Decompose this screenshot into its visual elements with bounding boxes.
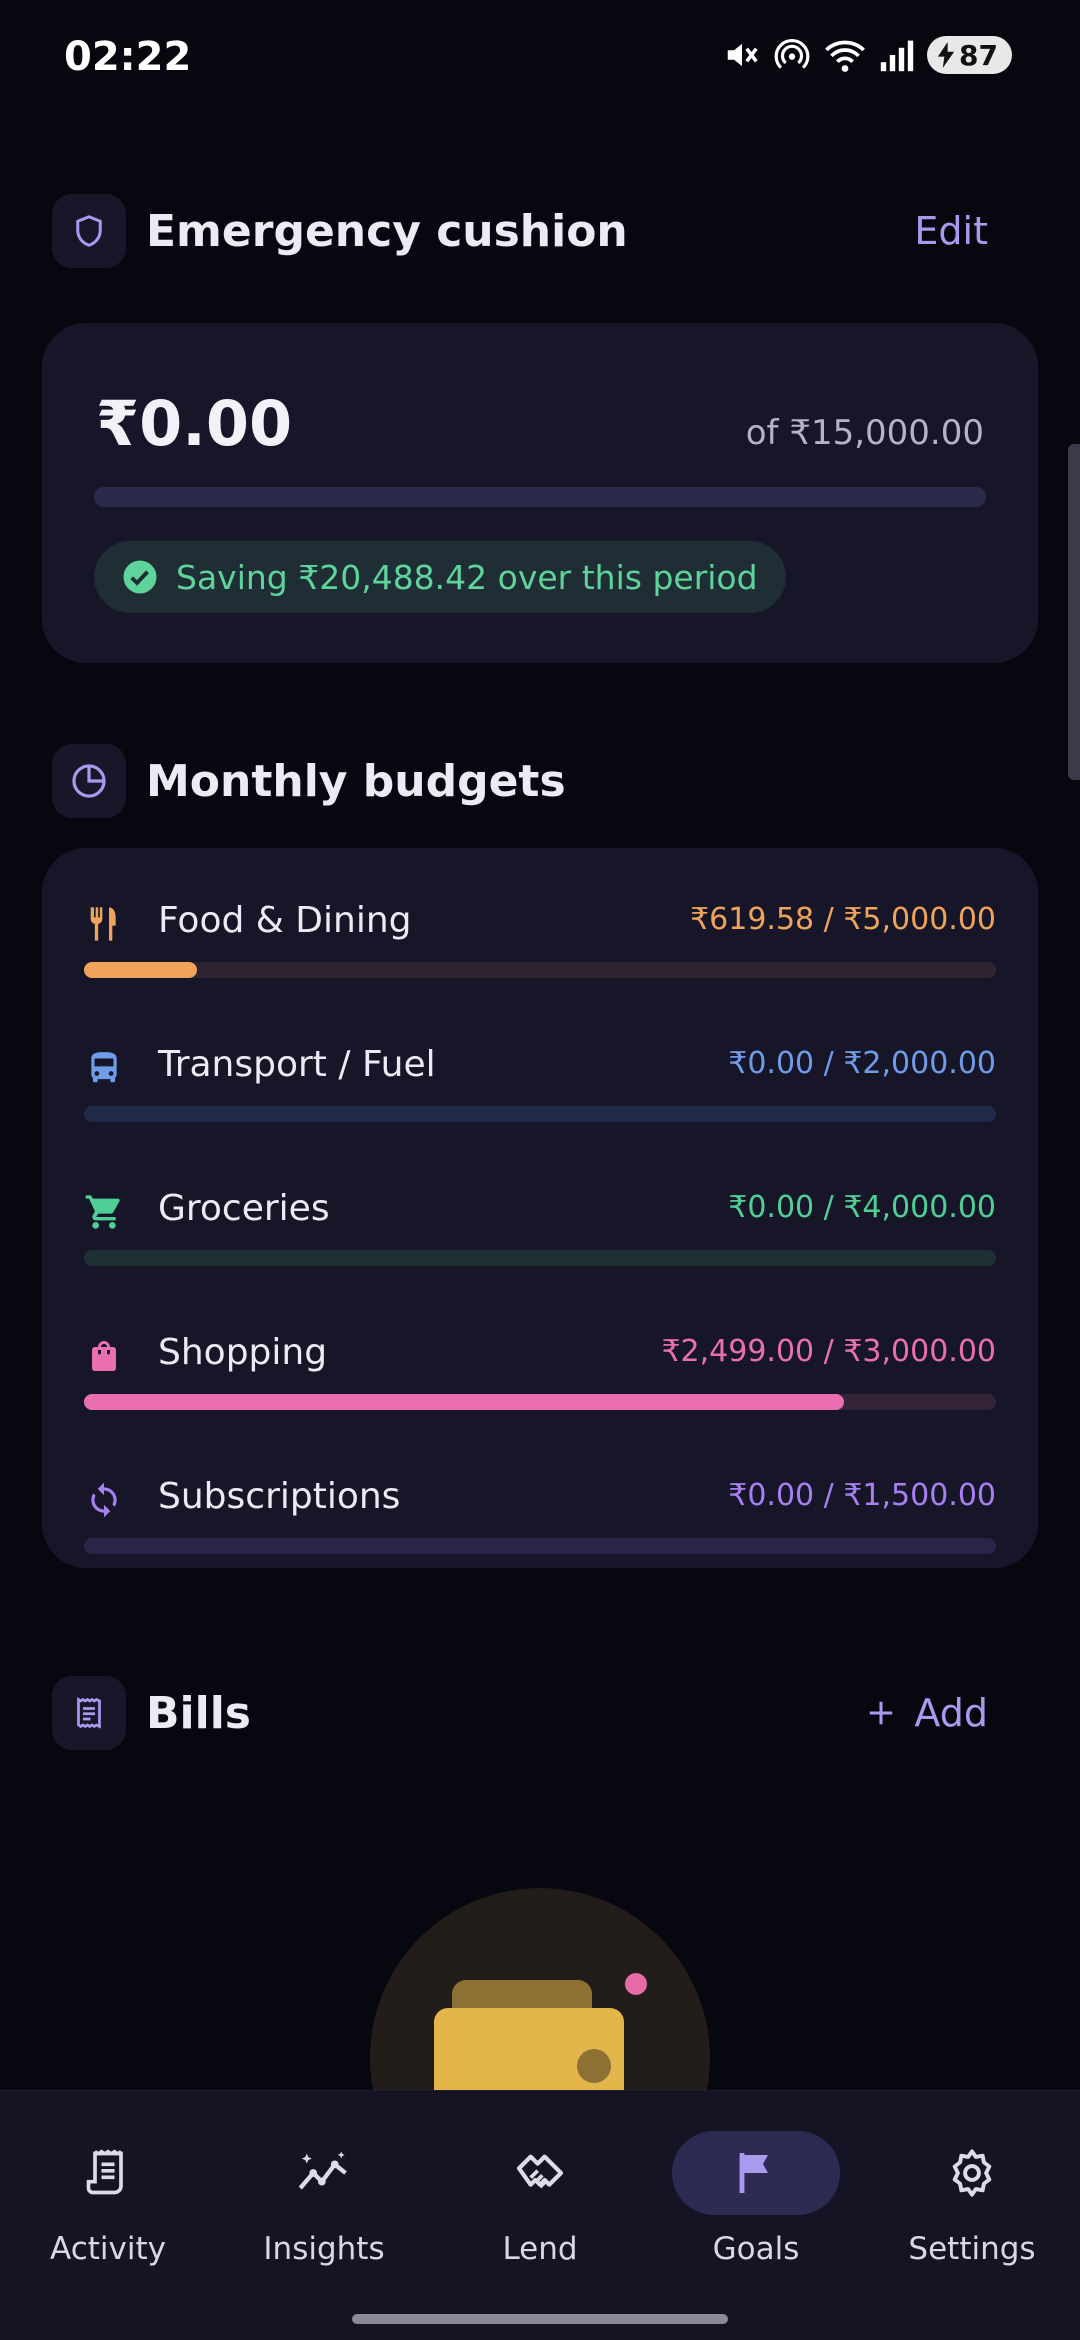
- gear-icon: [888, 2131, 1056, 2215]
- budget-row-food[interactable]: Food & Dining ₹619.58 / ₹5,000.00: [84, 882, 996, 982]
- nav-label: Activity: [50, 2231, 166, 2267]
- battery-level: 87: [959, 38, 998, 72]
- budget-row-subscriptions[interactable]: Subscriptions ₹0.00 / ₹1,500.00: [84, 1458, 996, 1558]
- cushion-target: of ₹15,000.00: [745, 413, 984, 453]
- mute-icon: [727, 43, 758, 67]
- budget-amount: ₹0.00 / ₹2,000.00: [728, 1046, 996, 1081]
- bills-header: Bills Add: [52, 1676, 1028, 1750]
- fork-knife-icon: [84, 904, 124, 944]
- nav-lend[interactable]: Lend: [440, 2131, 640, 2281]
- cushion-amount: ₹0.00: [96, 387, 293, 460]
- refresh-icon: [84, 1480, 124, 1520]
- shopping-bag-icon: [84, 1336, 124, 1376]
- nav-activity[interactable]: Activity: [8, 2131, 208, 2281]
- handshake-icon: [456, 2131, 624, 2215]
- wifi-icon: [825, 40, 865, 72]
- edit-button[interactable]: Edit: [914, 209, 988, 253]
- budget-progress-fill: [84, 1394, 844, 1410]
- budget-progress-bar: [84, 1538, 996, 1554]
- budget-name: Food & Dining: [158, 900, 412, 941]
- signal-icon: [880, 40, 914, 72]
- budget-progress-bar: [84, 1106, 996, 1122]
- add-bill-label: Add: [914, 1691, 988, 1735]
- status-bar: 02:22 87: [0, 0, 1080, 120]
- add-bill-button[interactable]: Add: [866, 1691, 988, 1735]
- budget-amount: ₹619.58 / ₹5,000.00: [690, 902, 996, 937]
- budgets-header: Monthly budgets: [52, 744, 1028, 818]
- budget-progress-bar: [84, 962, 996, 978]
- receipt-icon: [52, 1676, 126, 1750]
- saving-text: Saving ₹20,488.42 over this period: [176, 557, 758, 597]
- check-circle-icon: [123, 560, 157, 594]
- receipt-icon: [24, 2131, 192, 2215]
- budget-name: Subscriptions: [158, 1476, 401, 1517]
- battery-indicator: 87: [927, 36, 1012, 74]
- budget-name: Shopping: [158, 1332, 328, 1373]
- hotspot-icon: [774, 39, 810, 69]
- emergency-card: ₹0.00 of ₹15,000.00 Saving ₹20,488.42 ov…: [42, 323, 1038, 663]
- nav-goals[interactable]: Goals: [656, 2131, 856, 2281]
- saving-badge: Saving ₹20,488.42 over this period: [94, 541, 786, 613]
- cushion-progress-bar: [94, 487, 986, 507]
- budget-progress-fill: [84, 962, 198, 978]
- bottom-nav: Activity Insights Lend Goals Settings: [0, 2090, 1080, 2340]
- emergency-header: Emergency cushion Edit: [52, 194, 1028, 268]
- nav-label: Settings: [908, 2231, 1036, 2267]
- budget-name: Groceries: [158, 1188, 330, 1229]
- budget-amount: ₹0.00 / ₹4,000.00: [728, 1190, 996, 1225]
- status-icons: 87: [723, 36, 1012, 74]
- budget-amount: ₹0.00 / ₹1,500.00: [728, 1478, 996, 1513]
- scrollbar[interactable]: [1068, 444, 1080, 780]
- plus-icon: [870, 1701, 893, 1725]
- flag-icon: [672, 2131, 840, 2215]
- nav-insights[interactable]: Insights: [224, 2131, 424, 2281]
- cart-icon: [84, 1192, 124, 1232]
- nav-label: Goals: [712, 2231, 800, 2267]
- bus-icon: [84, 1048, 124, 1088]
- shield-icon: [52, 194, 126, 268]
- budget-row-shopping[interactable]: Shopping ₹2,499.00 / ₹3,000.00: [84, 1314, 996, 1414]
- budget-row-groceries[interactable]: Groceries ₹0.00 / ₹4,000.00: [84, 1170, 996, 1270]
- pie-chart-icon: [52, 744, 126, 818]
- budget-progress-bar: [84, 1250, 996, 1266]
- status-time: 02:22: [64, 34, 192, 80]
- nav-label: Insights: [263, 2231, 385, 2267]
- budgets-title: Monthly budgets: [146, 755, 566, 807]
- emergency-title: Emergency cushion: [146, 205, 628, 257]
- charging-icon: [937, 42, 955, 68]
- insights-icon: [240, 2131, 408, 2215]
- budget-amount: ₹2,499.00 / ₹3,000.00: [661, 1334, 996, 1369]
- budget-name: Transport / Fuel: [158, 1044, 436, 1085]
- home-indicator[interactable]: [352, 2314, 728, 2324]
- nav-settings[interactable]: Settings: [872, 2131, 1072, 2281]
- nav-label: Lend: [502, 2231, 578, 2267]
- budget-row-transport[interactable]: Transport / Fuel ₹0.00 / ₹2,000.00: [84, 1026, 996, 1126]
- budget-progress-bar: [84, 1394, 996, 1410]
- bills-title: Bills: [146, 1687, 251, 1739]
- budgets-card: Food & Dining ₹619.58 / ₹5,000.00 Transp…: [42, 848, 1038, 1568]
